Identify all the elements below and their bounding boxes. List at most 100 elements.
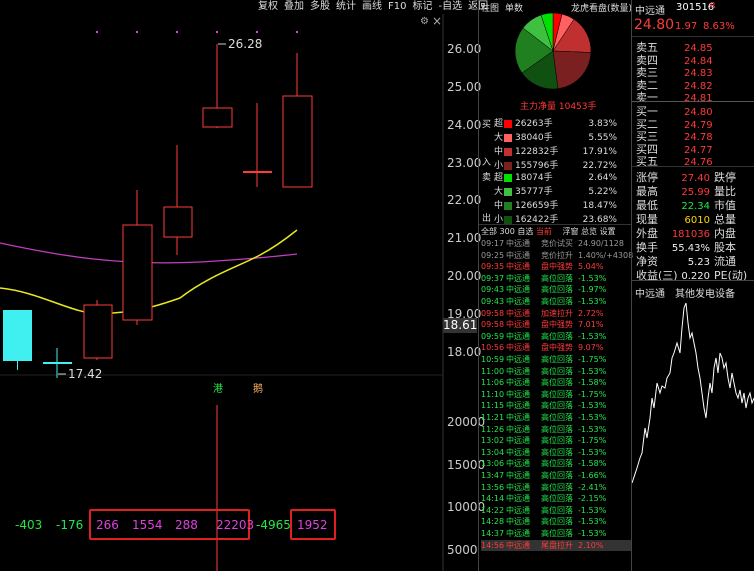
event-stock: 中远通 <box>506 320 530 330</box>
event-row[interactable]: 09:43 中远通 高位回落 -1.53% <box>481 296 631 307</box>
event-time: 11:00 <box>481 366 505 376</box>
event-row[interactable]: 13:02 中远通 高位回落 -1.75% <box>481 435 631 446</box>
event-value: 24.90/1128 <box>578 239 624 248</box>
event-row[interactable]: 13:47 中远通 高位回落 -1.66% <box>481 470 631 481</box>
event-stock: 中远通 <box>506 355 530 364</box>
flow-percent: 17.91% <box>582 147 617 157</box>
event-time: 09:43 <box>481 285 505 295</box>
event-row[interactable]: 11:26 中远通 高位回落 -1.53% <box>481 424 631 435</box>
flow-row: 大 38040手 5.55% <box>494 130 617 143</box>
event-time: 09:58 <box>481 320 505 330</box>
event-row[interactable]: 14:56 中远通 尾盘拉升 2.10% <box>481 539 631 551</box>
candle-6 <box>202 44 233 128</box>
event-row[interactable]: 14:28 中远通 高位回落 -1.53% <box>481 516 631 527</box>
event-desc: 竞价拉升 <box>541 250 573 260</box>
event-desc: 加速拉升 <box>541 308 573 318</box>
event-value: -1.66% <box>578 471 607 480</box>
event-value: -1.53% <box>578 366 607 376</box>
event-value: -1.53% <box>578 273 607 283</box>
buy-label: 买 <box>482 120 492 130</box>
event-row[interactable]: 09:25 中远通 竞价拉升 1.40%/+4308 <box>481 250 634 261</box>
event-stock: 中远通 <box>506 297 530 306</box>
tab-all[interactable]: 全部 <box>481 227 497 236</box>
event-desc: 高位回落 <box>541 331 573 341</box>
hk-connect-marker: 港 <box>213 384 223 395</box>
flow-size: 中 <box>494 147 504 157</box>
flow-size: 超 <box>494 119 504 129</box>
event-desc: 高位回落 <box>541 505 573 515</box>
tab-overview[interactable]: 总览 <box>581 227 597 236</box>
event-row[interactable]: 09:58 中远通 盘中强势 7.01% <box>481 319 631 330</box>
event-row[interactable]: 11:21 中远通 高位回落 -1.53% <box>481 412 631 423</box>
event-value: -1.53% <box>578 529 607 538</box>
event-row[interactable]: 14:37 中远通 高位回落 -1.53% <box>481 528 631 539</box>
event-value: -1.53% <box>578 447 607 457</box>
event-row[interactable]: 09:43 中远通 高位回落 -1.97% <box>481 284 631 295</box>
flow-color-swatch <box>504 119 512 128</box>
event-stock: 中远通 <box>506 505 530 515</box>
event-desc: 高位回落 <box>541 517 573 527</box>
event-desc: 高位回落 <box>541 424 573 434</box>
event-desc: 高位回落 <box>541 389 573 399</box>
event-desc: 高位回落 <box>541 447 573 457</box>
event-row[interactable]: 11:06 中远通 高位回落 -1.58% <box>481 377 631 388</box>
event-value: 1.40%/+4308 <box>578 250 634 260</box>
event-row[interactable]: 13:04 中远通 高位回落 -1.53% <box>481 447 631 458</box>
event-time: 14:37 <box>481 529 505 538</box>
candle-1 <box>3 310 32 370</box>
price-axis-25: 25.00 <box>447 80 482 94</box>
tab-watchlist[interactable]: 自选 <box>517 227 533 236</box>
event-row[interactable]: 11:10 中远通 高位回落 -1.75% <box>481 389 631 400</box>
event-desc: 盘中强势 <box>541 262 573 272</box>
event-row[interactable]: 11:15 中远通 高位回落 -1.53% <box>481 400 631 411</box>
event-row[interactable]: 14:14 中远通 高位回落 -2.15% <box>481 493 631 504</box>
event-stock: 中远通 <box>506 285 530 295</box>
tab-float[interactable]: 浮窗 <box>562 227 578 236</box>
event-row[interactable]: 14:22 中远通 高位回落 -1.53% <box>481 505 631 516</box>
event-row[interactable]: 13:06 中远通 高位回落 -1.58% <box>481 458 631 469</box>
event-stock: 中远通 <box>506 424 530 434</box>
price-axis-20: 20.00 <box>447 269 482 283</box>
event-row[interactable]: 11:00 中远通 高位回落 -1.53% <box>481 366 631 377</box>
kline-chart[interactable] <box>0 0 478 571</box>
flow-color-swatch <box>504 187 512 196</box>
event-value: -1.75% <box>578 436 607 446</box>
goose-marker: 鹅 <box>253 384 263 395</box>
event-time: 11:26 <box>481 424 505 434</box>
tab-300[interactable]: 300 <box>500 227 515 236</box>
event-time: 11:15 <box>481 401 505 411</box>
event-desc: 高位回落 <box>541 378 573 388</box>
flow-row: 大 35777手 5.22% <box>494 184 617 197</box>
event-desc: 高位回落 <box>541 459 573 469</box>
event-stock: 中远通 <box>506 401 530 411</box>
event-row[interactable]: 09:59 中远通 高位回落 -1.53% <box>481 331 631 342</box>
footer-value-3: 266 <box>96 518 119 532</box>
footer-value-7: -4965 <box>256 518 291 532</box>
flow-volume: 126659手 <box>515 201 559 211</box>
high-annotation: 26.28 <box>228 37 263 51</box>
event-row[interactable]: 09:35 中远通 盘中强势 5.04% <box>481 261 631 272</box>
event-time: 14:56 <box>481 540 505 550</box>
flow-row: 中 122832手 17.91% <box>494 144 617 157</box>
event-time: 09:43 <box>481 297 505 306</box>
divider-line <box>632 101 754 102</box>
in-label: 入 <box>482 158 492 168</box>
tab-settings[interactable]: 设置 <box>600 227 616 236</box>
event-row[interactable]: 13:56 中远通 高位回落 -2.41% <box>481 482 631 493</box>
event-row[interactable]: 10:59 中远通 高位回落 -1.75% <box>481 354 631 365</box>
out-label: 出 <box>482 214 492 224</box>
event-time: 13:02 <box>481 436 505 446</box>
event-stock: 中远通 <box>506 471 530 480</box>
event-row[interactable]: 10:56 中远通 盘中强势 9.07% <box>481 342 631 353</box>
tab-bar-chart[interactable]: 柱图 <box>481 1 499 14</box>
tab-current[interactable]: 当前 <box>536 227 552 236</box>
event-row[interactable]: 09:58 中远通 加速拉升 2.72% <box>481 308 631 319</box>
event-row[interactable]: 09:17 中远通 竞价试买 24.90/1128 <box>481 238 631 249</box>
flow-volume: 122832手 <box>515 147 559 157</box>
stock-price: 24.80 <box>634 17 675 33</box>
flow-color-swatch <box>504 133 512 142</box>
event-stock: 中远通 <box>506 343 530 353</box>
price-axis-24: 24.00 <box>447 118 482 132</box>
event-time: 10:56 <box>481 343 505 353</box>
event-row[interactable]: 09:37 中远通 高位回落 -1.53% <box>481 273 631 284</box>
